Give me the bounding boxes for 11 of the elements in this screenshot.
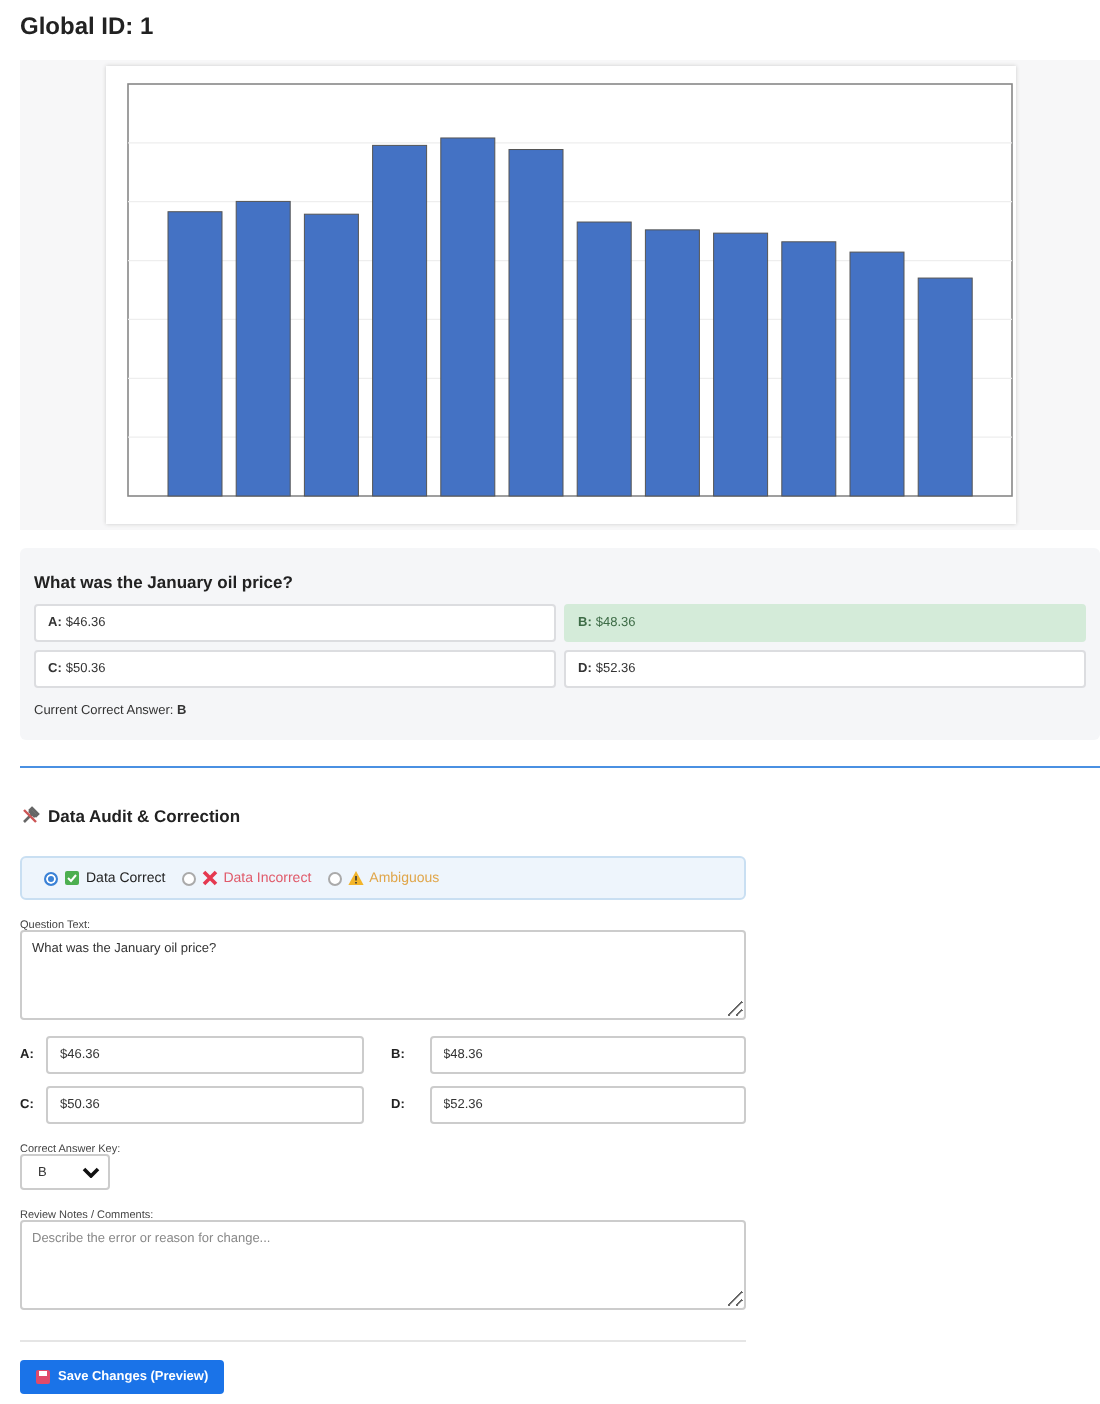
section-title: Data Audit & Correction <box>48 806 241 826</box>
checkbox-icon <box>64 870 80 886</box>
page-title: Global ID: 1 <box>20 12 156 40</box>
radio-button[interactable] <box>327 871 342 885</box>
tools-icon <box>20 806 40 826</box>
cross-icon <box>201 870 218 886</box>
question-text: What was the January oil price? <box>34 572 293 592</box>
chevron-down-icon <box>82 1166 100 1178</box>
radio-button[interactable] <box>181 871 196 885</box>
radio-button[interactable] <box>44 871 58 885</box>
warning-icon <box>347 870 364 886</box>
